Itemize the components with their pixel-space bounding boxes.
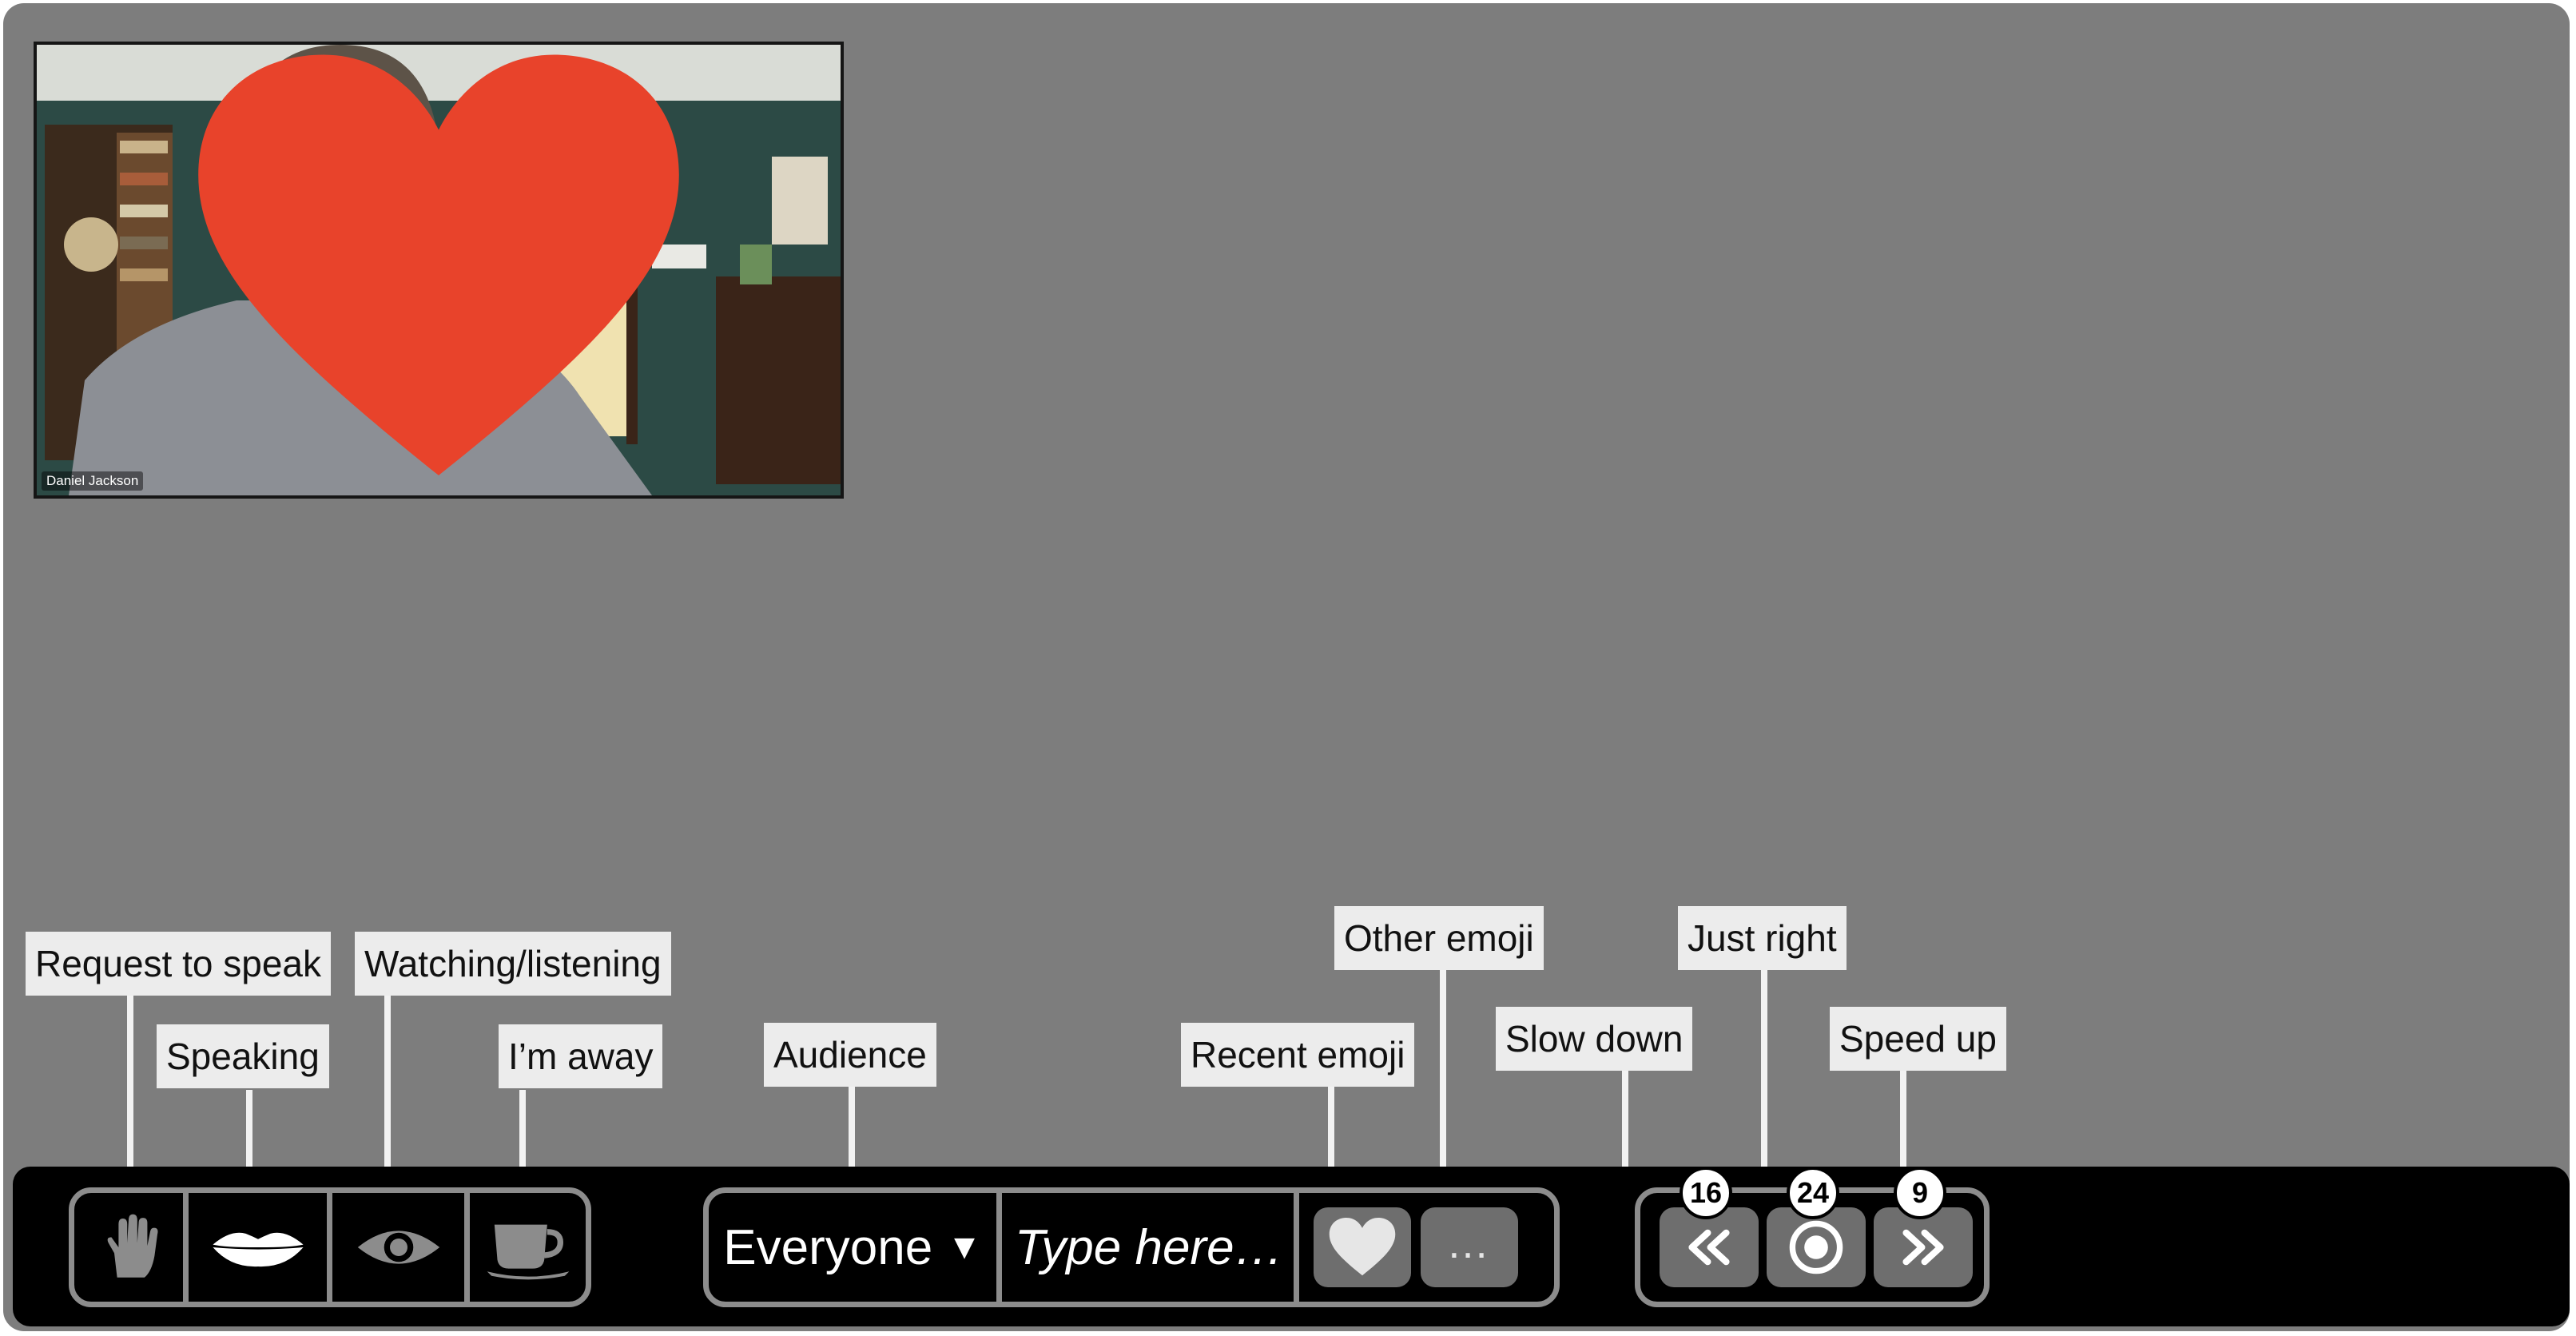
recent-emoji-button[interactable] [1314,1207,1411,1287]
emoji-cell: … [1294,1193,1554,1302]
meeting-stage: Daniel Jackson Request to speak Speaking… [3,3,2570,1331]
participant-video-tile[interactable]: Daniel Jackson [34,42,844,499]
callout-line [1622,1069,1628,1181]
chat-group: Everyone ▼ … [703,1187,1560,1307]
speed-up-button[interactable] [1874,1207,1973,1287]
watching-listening-button[interactable] [327,1193,464,1302]
just-right-count-badge: 24 [1787,1167,1839,1219]
callout-other-emoji: Other emoji [1334,906,1544,970]
coffee-cup-icon [487,1224,569,1280]
callout-line [1761,970,1767,1170]
callout-just-right: Just right [1678,906,1847,970]
callout-line [127,994,133,1186]
heart-icon [198,54,679,475]
callout-recent-emoji: Recent emoji [1181,1023,1415,1087]
audience-dropdown[interactable]: Everyone ▼ [709,1193,996,1302]
im-away-button[interactable] [464,1193,586,1302]
callout-line [1440,970,1446,1186]
other-emoji-button[interactable]: … [1421,1207,1518,1287]
callout-line [1900,1069,1906,1181]
chat-input-cell [996,1193,1294,1302]
just-right-button[interactable] [1767,1207,1866,1287]
callout-speed-up: Speed up [1830,1007,2006,1071]
heart-icon [1329,1218,1396,1276]
lips-icon [212,1232,304,1267]
participant-name: Daniel Jackson [42,471,144,491]
callout-request-to-speak: Request to speak [26,932,332,996]
eye-icon [357,1231,439,1264]
callout-audience: Audience [764,1023,936,1087]
target-icon [1789,1220,1843,1274]
request-to-speak-button[interactable] [74,1193,183,1302]
bottom-toolbar: Everyone ▼ … [13,1167,2570,1326]
callout-line [384,994,391,1186]
hand-icon [107,1214,158,1278]
double-chevron-left-icon [1688,1229,1730,1266]
speaking-button[interactable] [183,1193,327,1302]
slow-down-button[interactable] [1660,1207,1759,1287]
more-icon: … [1446,1219,1493,1267]
callout-slow-down: Slow down [1496,1007,1693,1071]
slow-down-count-badge: 16 [1680,1167,1732,1219]
dropdown-arrow-icon: ▼ [947,1227,982,1266]
speed-up-count-badge: 9 [1894,1167,1946,1219]
presence-group [69,1187,591,1307]
double-chevron-right-icon [1902,1229,1944,1266]
callout-watching: Watching/listening [355,932,671,996]
callout-away: I’m away [499,1024,663,1088]
chat-message-input[interactable] [1002,1219,1294,1276]
audience-value: Everyone [723,1219,933,1275]
callout-speaking: Speaking [157,1024,329,1088]
